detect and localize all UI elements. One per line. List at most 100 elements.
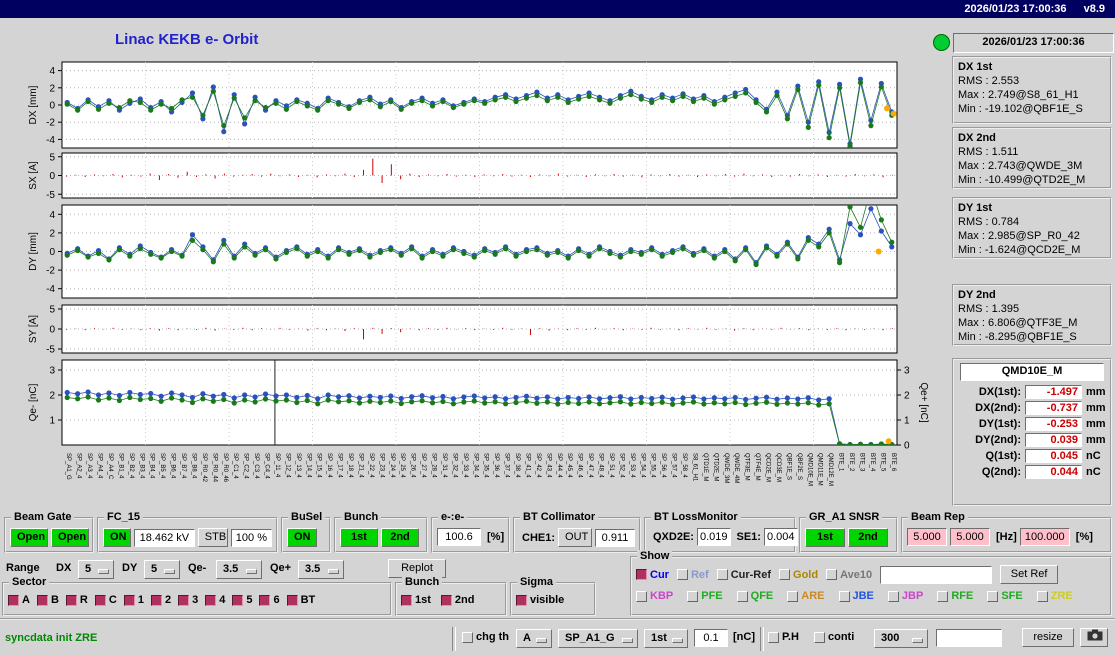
show-cur-ref-checkbox[interactable]: Cur-Ref	[716, 569, 771, 581]
svg-text:SP_B2_4: SP_B2_4	[128, 453, 134, 479]
svg-text:SP_24_4: SP_24_4	[389, 453, 395, 478]
checkbox-icon[interactable]	[65, 594, 77, 606]
checkbox-icon[interactable]	[768, 631, 779, 643]
checkbox-icon[interactable]	[826, 569, 838, 580]
checkbox-icon[interactable]	[838, 590, 850, 602]
checkbox-icon[interactable]	[8, 594, 19, 606]
sector-checkbox-1[interactable]: 1	[123, 594, 144, 606]
sector-checkbox-b[interactable]: B	[36, 594, 59, 606]
show-jbp-checkbox[interactable]: JBP	[887, 590, 923, 602]
fc15-duty-field: 100 %	[230, 528, 272, 547]
gr-a1-1st-button[interactable]: 1st	[805, 528, 845, 547]
checkbox-icon[interactable]	[440, 594, 452, 606]
stats-max: Max : 2.985@SP_R0_42	[958, 230, 1080, 242]
bunch-checkbox-2nd[interactable]: 2nd	[440, 594, 474, 606]
chg-th-checkbox[interactable]: chg th	[462, 631, 509, 643]
bunch-2nd-button[interactable]: 2nd	[381, 528, 419, 547]
svg-text:SP_16_4: SP_16_4	[326, 453, 332, 478]
show-zre-checkbox[interactable]: ZRE	[1036, 590, 1073, 602]
range-dx-select[interactable]: 5	[78, 560, 114, 579]
checkbox-icon[interactable]	[779, 569, 791, 580]
sector-checkbox-a[interactable]: A	[8, 594, 30, 606]
checkbox-icon[interactable]	[1036, 590, 1048, 602]
sector-checkbox-2[interactable]: 2	[150, 594, 171, 606]
checkbox-icon[interactable]	[716, 569, 728, 580]
checkbox-icon[interactable]	[150, 594, 162, 606]
show-ref-checkbox[interactable]: Ref	[676, 569, 709, 581]
checkbox-icon[interactable]	[205, 594, 217, 606]
sigma-visible-checkbox[interactable]: visible	[516, 594, 564, 606]
show-gold-checkbox[interactable]: Gold	[779, 569, 818, 581]
show-are-checkbox[interactable]: ARE	[787, 590, 825, 602]
range-qe-plus-select[interactable]: 3.5	[298, 560, 344, 579]
count-select[interactable]: 300	[874, 629, 928, 648]
checkbox-icon[interactable]	[232, 594, 244, 606]
conti-checkbox[interactable]: conti	[814, 631, 854, 643]
monitor-row: DY(2nd): 0.039 mm	[958, 433, 1106, 447]
stats-rms: RMS : 1.395	[958, 303, 1020, 315]
checkbox-icon[interactable]	[286, 594, 298, 606]
sector-checkbox-6[interactable]: 6	[259, 594, 280, 606]
ref-name-input[interactable]	[880, 565, 993, 584]
svg-text:SP_A4_4: SP_A4_4	[97, 453, 103, 479]
sector-checkbox-r[interactable]: R	[65, 594, 88, 606]
checkbox-icon[interactable]	[259, 594, 271, 606]
beam-gate-open-button-1[interactable]: Open	[10, 528, 48, 547]
checkbox-icon[interactable]	[36, 594, 48, 606]
show-qfe-checkbox[interactable]: QFE	[736, 590, 773, 602]
checkbox-icon[interactable]	[516, 594, 527, 606]
range-dy-select[interactable]: 5	[144, 560, 180, 579]
checkbox-icon[interactable]	[123, 594, 135, 606]
fc15-on-button[interactable]: ON	[103, 528, 131, 547]
ee-ratio-input[interactable]	[437, 528, 481, 546]
range-qe-minus-select[interactable]: 3.5	[216, 560, 262, 579]
bpm-select-value: SP_A1_G	[565, 632, 615, 644]
bpm-select[interactable]: SP_A1_G	[558, 629, 638, 648]
stats-min: Min : -1.624@QCD2E_M	[958, 244, 1081, 256]
show-jbe-checkbox[interactable]: JBE	[838, 590, 874, 602]
threshold-input[interactable]	[694, 629, 728, 647]
checkbox-icon[interactable]	[676, 569, 688, 580]
stats-title: DX 2nd	[958, 132, 996, 144]
ph-checkbox[interactable]: P.H	[768, 631, 799, 643]
show-kbp-checkbox[interactable]: KBP	[636, 590, 673, 602]
sector-checkbox-3[interactable]: 3	[178, 594, 198, 606]
busel-on-button[interactable]: ON	[287, 528, 317, 547]
show-rfe-checkbox[interactable]: RFE	[937, 590, 973, 602]
show-cur-checkbox[interactable]: Cur	[636, 569, 669, 581]
snapshot-button[interactable]	[1080, 628, 1108, 647]
set-ref-button[interactable]: Set Ref	[1000, 565, 1059, 584]
sector-checkbox-bt[interactable]: BT	[286, 594, 315, 606]
checkbox-icon[interactable]	[887, 590, 899, 602]
fc15-stb-button[interactable]: STB	[197, 528, 228, 547]
bunch-checkbox-1st[interactable]: 1st	[401, 594, 431, 606]
checkbox-icon[interactable]	[736, 590, 748, 602]
checkbox-icon[interactable]	[94, 594, 106, 606]
show-sfe-checkbox[interactable]: SFE	[987, 590, 1023, 602]
checkbox-icon[interactable]	[178, 594, 190, 606]
show-ave10-checkbox[interactable]: Ave10	[826, 569, 872, 581]
gr-a1-2nd-button[interactable]: 2nd	[848, 528, 888, 547]
svg-text:SP_45_4: SP_45_4	[566, 453, 572, 478]
svg-text:SP_B4_4: SP_B4_4	[149, 453, 155, 479]
beam-gate-open-button-2[interactable]: Open	[51, 528, 89, 547]
resize-button[interactable]: resize	[1022, 628, 1074, 647]
sector-checkbox-4[interactable]: 4	[205, 594, 225, 606]
bunch-1st-button[interactable]: 1st	[340, 528, 378, 547]
show-pfe-checkbox[interactable]: PFE	[687, 590, 723, 602]
checkbox-icon[interactable]	[687, 590, 699, 602]
checkbox-icon[interactable]	[787, 590, 799, 602]
free-entry-input[interactable]	[936, 629, 1002, 647]
checkbox-icon[interactable]	[636, 590, 647, 602]
che1-out-button[interactable]: OUT	[558, 528, 593, 547]
checkbox-icon[interactable]	[636, 569, 647, 580]
checkbox-icon[interactable]	[814, 631, 825, 643]
checkbox-icon[interactable]	[937, 590, 949, 602]
sector-checkbox-5[interactable]: 5	[232, 594, 252, 606]
checkbox-icon[interactable]	[401, 594, 412, 606]
sector-checkbox-c[interactable]: C	[94, 594, 117, 606]
checkbox-icon[interactable]	[462, 631, 473, 643]
sector-select[interactable]: A	[516, 629, 552, 648]
checkbox-icon[interactable]	[987, 590, 999, 602]
bunch-select[interactable]: 1st	[644, 629, 688, 648]
